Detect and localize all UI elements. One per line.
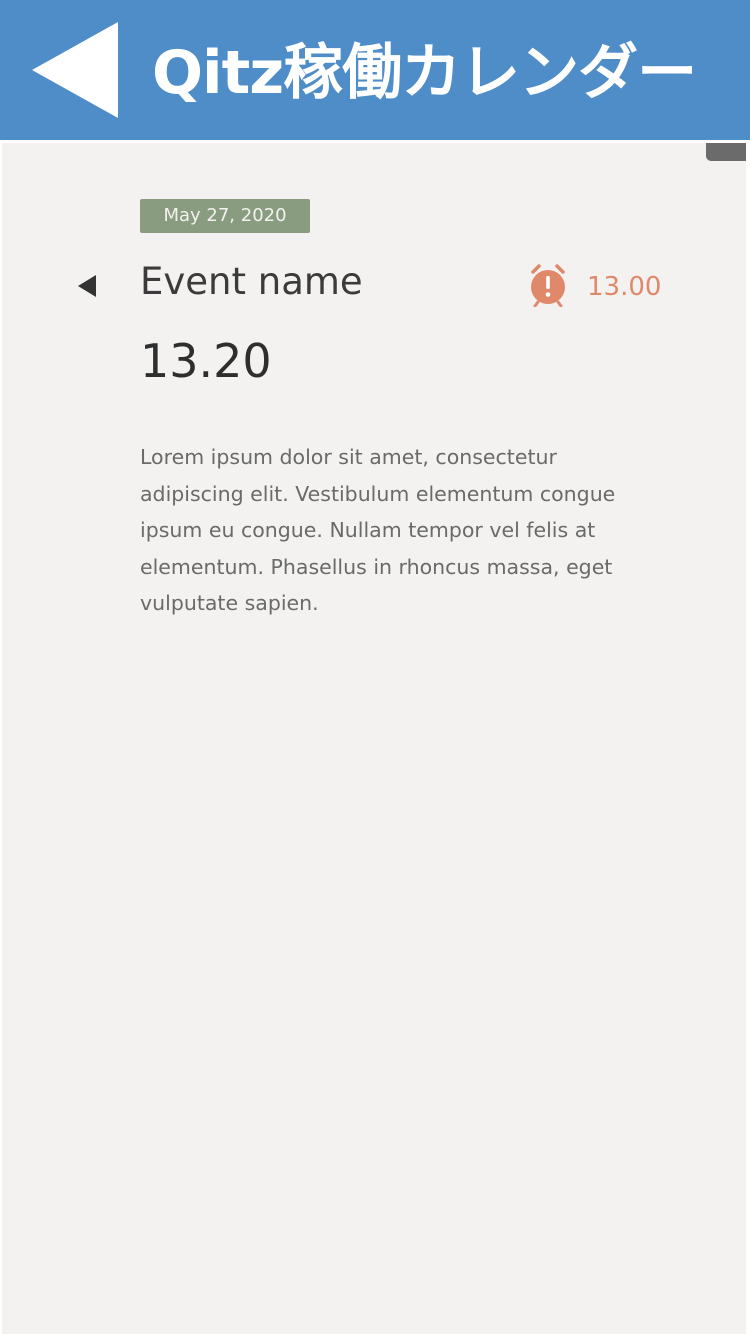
event-detail-panel: May 27, 2020 Event name 13.00 13.20 Lore…	[2, 143, 746, 1334]
page-title: Qitz稼働カレンダー	[152, 38, 697, 108]
event-time: 13.20	[140, 334, 272, 388]
corner-tab	[706, 143, 746, 161]
date-badge: May 27, 2020	[140, 199, 310, 233]
alarm-clock-icon	[531, 264, 565, 307]
event-name: Event name	[140, 260, 363, 303]
event-description: Lorem ipsum dolor sit amet, consectetur …	[140, 445, 616, 615]
alarm-time: 13.00	[587, 272, 662, 302]
app-header: Qitz稼働カレンダー	[0, 0, 750, 140]
back-arrow-icon[interactable]	[32, 22, 118, 118]
chevron-left-icon[interactable]	[78, 275, 96, 297]
